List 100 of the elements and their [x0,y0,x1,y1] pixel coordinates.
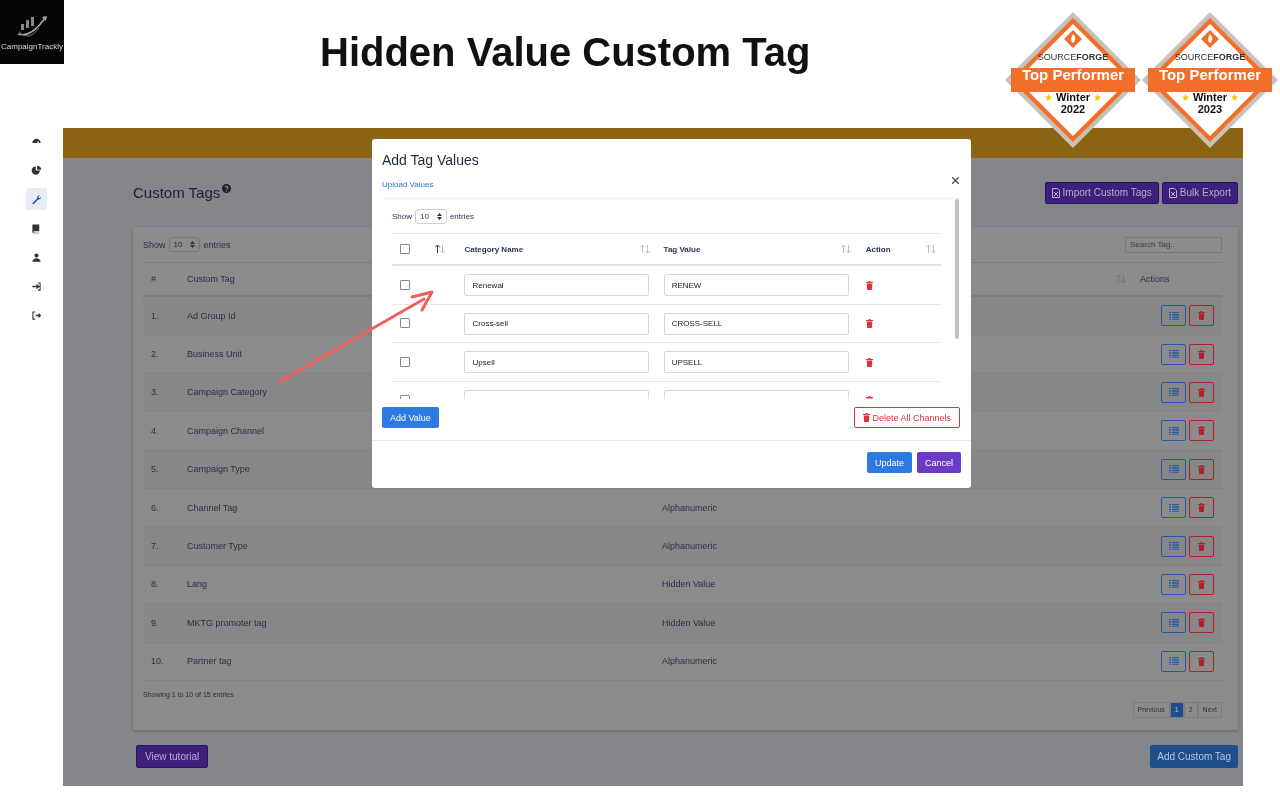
list-button[interactable] [1161,305,1186,327]
list-button[interactable] [1161,650,1186,672]
list-button[interactable] [1161,343,1186,365]
user-icon [31,251,42,263]
wrench-icon [31,193,42,205]
category-name-field[interactable]: Renewal [464,274,650,296]
row-number: 9. [151,617,160,628]
add-value-button[interactable]: Add Value [382,407,439,428]
table-cell: Business Unit [187,349,243,360]
row-number: 5. [151,464,160,475]
trash-icon [1198,349,1205,359]
delete-button[interactable] [1189,573,1214,595]
flame-icon [1200,29,1220,49]
list-icon [1168,503,1179,512]
table-cell: Campaign Category [187,387,268,398]
table-cell: Ad Group Id [187,310,236,321]
logo-chart-icon [15,13,49,40]
delete-button[interactable] [1189,612,1214,634]
trash-icon [1198,503,1205,513]
row-number: 6. [151,502,160,513]
row-number: 3. [151,387,160,398]
column-header: # [151,274,157,284]
tutorial-button[interactable]: View tutorial [136,745,209,768]
list-icon [1168,465,1179,474]
file-icon [1168,187,1177,198]
show-label: Show [392,211,412,221]
delete-button[interactable] [1189,497,1214,519]
select-all-checkbox[interactable] [400,244,410,254]
row-checkbox[interactable] [400,279,410,290]
row-checkbox[interactable] [400,318,410,329]
table-cell: Lang [187,579,208,590]
row-number: 2. [151,349,160,360]
entries-select[interactable]: 10 [168,237,201,252]
file-icon [1051,187,1060,198]
star-icon [1181,93,1189,101]
trash-icon [863,413,871,422]
badge-year: 2023 [1197,103,1223,115]
close-icon[interactable] [952,177,959,184]
entries-label: entries [449,211,474,221]
trash-icon [1198,387,1205,397]
table-cell: Alphanumeric [662,502,718,513]
star-icon [1094,93,1102,101]
trash-icon[interactable] [865,319,873,329]
list-button[interactable] [1161,612,1186,634]
list-button[interactable] [1161,420,1186,442]
delete-button[interactable] [1189,305,1214,327]
trash-icon[interactable] [865,357,873,367]
trash-icon[interactable] [865,280,873,290]
modal-title: Add Tag Values [382,152,479,170]
entries-select[interactable]: 10 [415,208,447,224]
list-icon [1168,388,1179,397]
list-button[interactable] [1161,497,1186,519]
badge-year: 2022 [1060,103,1086,115]
delete-button[interactable] [1189,535,1214,557]
flame-icon [1063,29,1083,49]
list-button[interactable] [1161,381,1186,403]
entries-label: entries [203,239,231,250]
list-icon [1168,542,1179,551]
badge-brand: SOURCEFORGE [1037,52,1109,62]
table-cell: Alphanumeric [662,541,718,552]
trash-icon [1198,656,1205,666]
delete-button[interactable] [1189,650,1214,672]
help-icon [222,184,232,193]
sort-icon[interactable] [434,245,445,253]
tag-value-field[interactable]: CROSS-SELL [663,312,849,335]
scrollbar[interactable] [955,199,959,339]
row-checkbox[interactable] [400,356,410,367]
table-cell: Partner tag [187,656,232,667]
star-icon [1044,93,1052,101]
category-name-field[interactable]: Upsell [464,351,650,373]
export-button[interactable]: Bulk Export [1161,181,1238,204]
column-header: Actions [1140,274,1171,284]
list-button[interactable] [1161,573,1186,595]
login-icon [31,280,42,292]
delete-button[interactable] [1189,420,1214,442]
add-custom-tag-button[interactable]: Add Custom Tag [1150,745,1238,768]
trash-icon [1198,464,1205,474]
update-button[interactable]: Update [866,452,912,473]
tag-value-field[interactable]: UPSELL [663,351,849,373]
export-button[interactable]: Import Custom Tags [1044,181,1159,204]
column-header: Category Name [464,244,524,254]
column-header: Custom Tag [187,274,236,284]
chart-icon [31,164,42,176]
page-heading: Custom Tags [133,184,221,201]
trash-icon [1198,618,1205,628]
table-cell: Hidden Value [662,617,716,628]
search-field[interactable]: Search Tag.. [1125,236,1222,253]
delete-button[interactable] [1189,343,1214,365]
list-button[interactable] [1161,458,1186,480]
category-name-field[interactable]: Cross-sell [464,312,650,335]
upload-values-link[interactable]: Upload Values [372,180,434,189]
table-cell: Alphanumeric [662,656,718,667]
list-button[interactable] [1161,535,1186,557]
list-icon [1168,426,1179,435]
delete-button[interactable] [1189,381,1214,403]
delete-all-button[interactable]: Delete All Channels [854,407,960,428]
cancel-button[interactable]: Cancel [917,452,961,473]
logo-text: CampaignTrackly [1,41,63,51]
tag-value-field[interactable]: RENEW [663,274,849,296]
delete-button[interactable] [1189,458,1214,480]
